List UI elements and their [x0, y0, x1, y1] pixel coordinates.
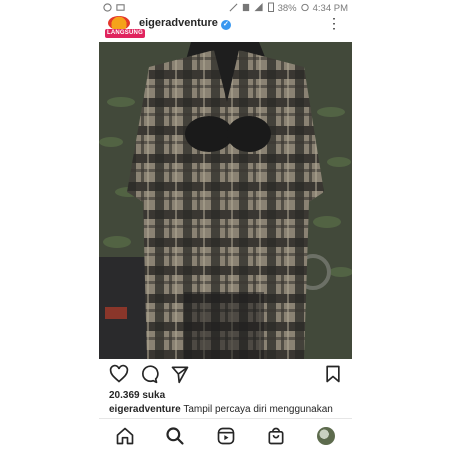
post-username[interactable]: eigeradventure ✓: [139, 17, 231, 30]
status-left-icons: [103, 3, 125, 15]
status-bar: 38% 4:34 PM: [99, 0, 352, 16]
alarm-icon: [300, 3, 309, 15]
data-saver-icon: [242, 3, 250, 15]
eiger-logo-icon: [108, 16, 130, 30]
search-icon[interactable]: [165, 426, 185, 446]
battery-percent: 38%: [277, 3, 297, 14]
home-icon[interactable]: [115, 426, 135, 446]
signal-icon: [254, 2, 264, 15]
instagram-post-screen: 38% 4:34 PM LANGSUNG eigeradventure✓ ⋮: [99, 0, 352, 451]
account-avatar[interactable]: LANGSUNG: [105, 16, 145, 40]
live-badge: LANGSUNG: [105, 29, 145, 38]
verified-badge-icon: ✓: [220, 20, 231, 30]
comment-icon[interactable]: [139, 364, 159, 384]
whatsapp-icon: [103, 3, 112, 15]
username-text[interactable]: eigeradventure: [139, 17, 218, 29]
status-right-icons: 38% 4:34 PM: [229, 2, 348, 15]
share-icon[interactable]: [170, 364, 190, 384]
post-actions: [99, 364, 352, 384]
bottom-nav: [99, 418, 352, 451]
shop-icon[interactable]: [266, 426, 286, 446]
clock-time: 4:34 PM: [312, 3, 348, 14]
heart-icon[interactable]: [109, 364, 129, 384]
battery-icon: [267, 2, 274, 15]
caption-username[interactable]: eigeradventure: [109, 404, 181, 415]
post-image[interactable]: [99, 42, 352, 359]
mute-icon: [229, 3, 238, 15]
screenshot-page: 38% 4:34 PM LANGSUNG eigeradventure✓ ⋮: [0, 0, 450, 451]
bookmark-icon[interactable]: [323, 364, 343, 384]
profile-avatar[interactable]: [317, 427, 335, 445]
caption-text: Tampil percaya diri menggunakan: [183, 404, 333, 415]
post-header: LANGSUNG eigeradventure ✓ ⋮: [99, 16, 352, 42]
like-count[interactable]: 20.369 suka: [109, 390, 165, 401]
image-icon: [116, 3, 125, 15]
post-caption: eigeradventure Tampil percaya diri mengg…: [109, 404, 349, 415]
more-options-icon[interactable]: ⋮: [327, 16, 341, 30]
reels-icon[interactable]: [216, 426, 236, 446]
